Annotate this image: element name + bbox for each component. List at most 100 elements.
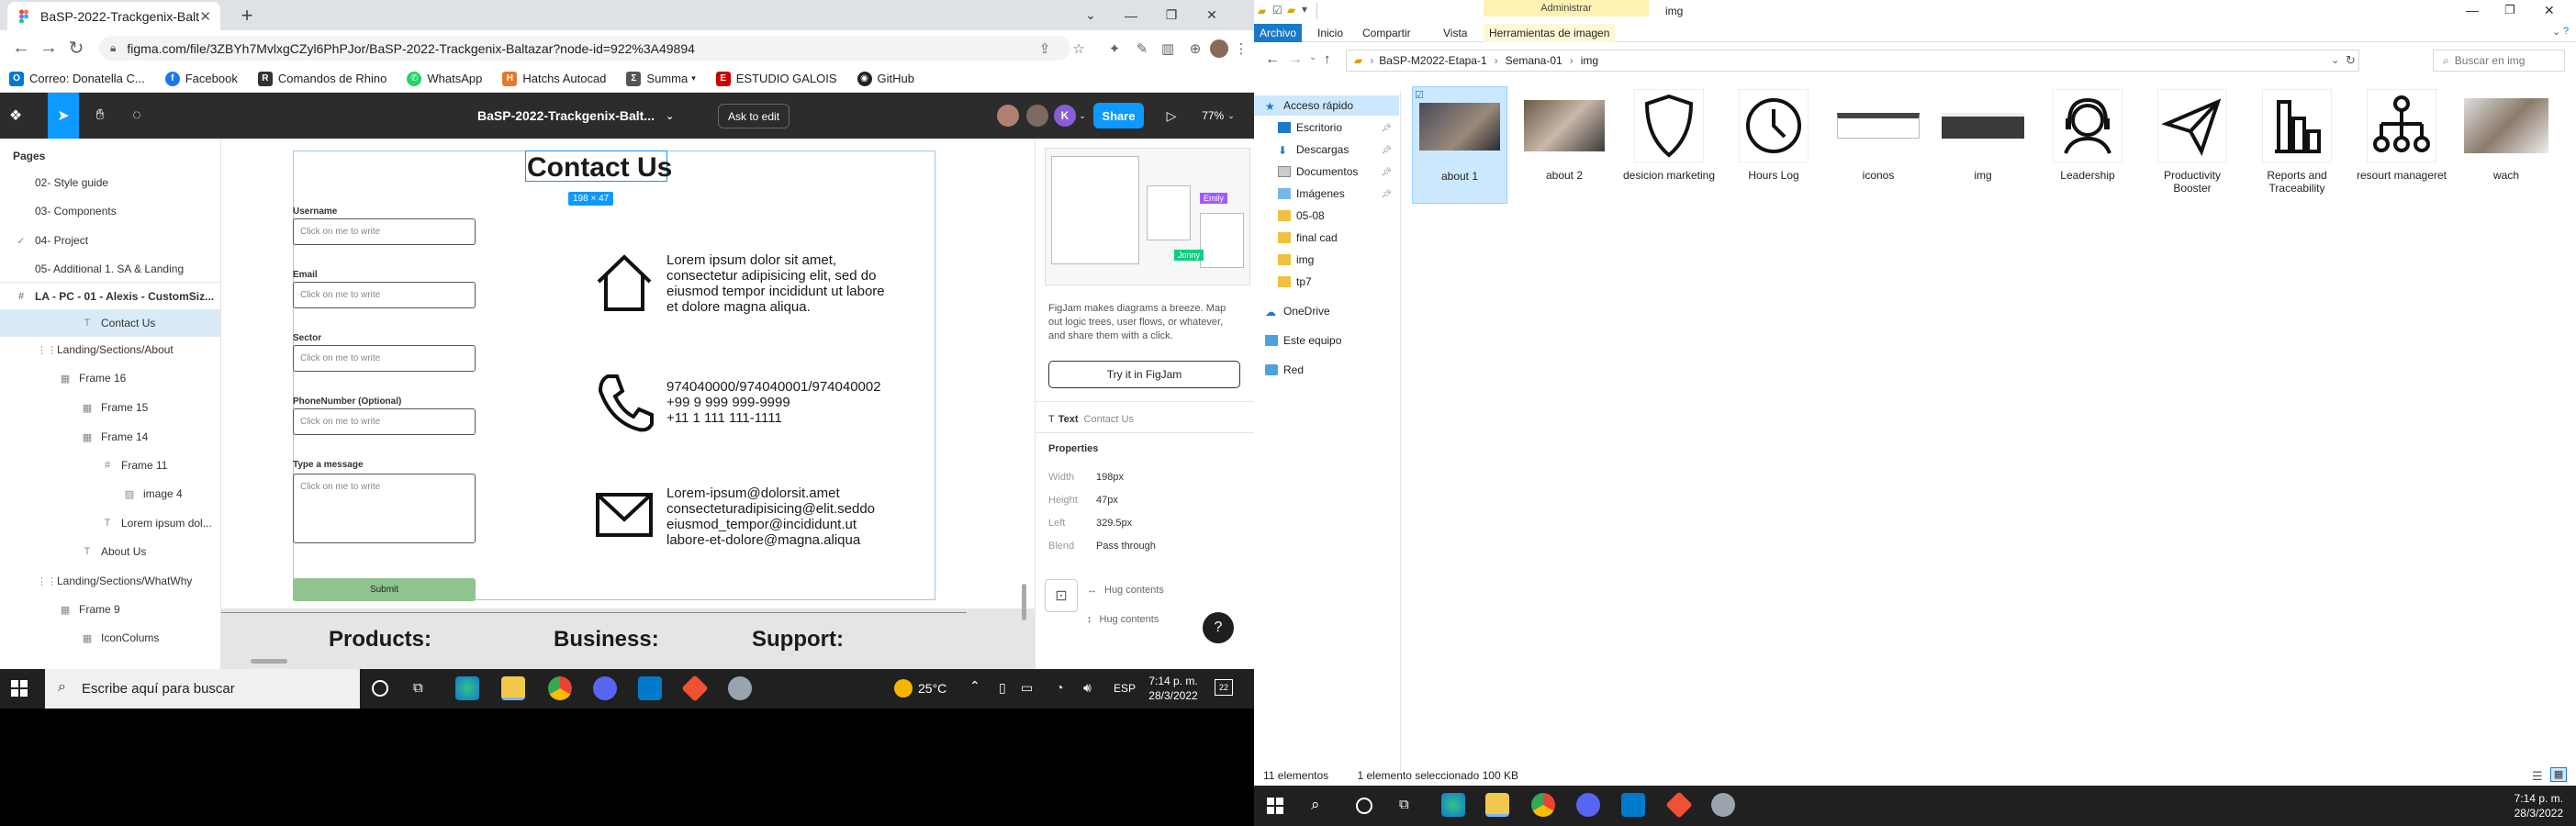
pen-icon[interactable]: ✎	[1133, 39, 1151, 58]
file-item[interactable]: Leadership	[2040, 86, 2135, 204]
share-page-icon[interactable]: ⇪	[1036, 39, 1054, 58]
restore-button[interactable]: ❐	[1151, 0, 1192, 30]
tab-inicio[interactable]: Inicio	[1312, 24, 1349, 42]
layer-item[interactable]: T About Us	[0, 538, 220, 565]
nav-item[interactable]: 05-08	[1254, 206, 1399, 226]
comment-tool-icon[interactable]: ◌	[121, 93, 152, 139]
address-bar[interactable]: ▰ › BaSP-M2022-Etapa-1 › Semana-01 › img…	[1346, 50, 2359, 72]
sector-field[interactable]: Click on me to write	[293, 345, 476, 372]
layer-item[interactable]: ▦ Frame 14	[0, 423, 220, 451]
properties-icon[interactable]: ☑	[1272, 4, 1282, 17]
back-icon[interactable]: ←	[7, 38, 35, 59]
up-icon[interactable]: ↑	[1324, 51, 1331, 67]
bookmark-item[interactable]: f Facebook	[164, 71, 238, 86]
layer-item[interactable]: ⋮⋮ Landing/Sections/WhatWhy	[0, 567, 220, 595]
bookmark-item[interactable]: E ESTUDIO GALOIS	[715, 71, 837, 86]
help-icon[interactable]: ?	[2563, 26, 2569, 37]
nav-item[interactable]: final cad	[1254, 228, 1399, 248]
nav-item[interactable]: tp7	[1254, 272, 1399, 292]
weather-sun-icon[interactable]	[894, 679, 913, 698]
vscode-icon[interactable]	[638, 676, 662, 700]
discord-icon[interactable]	[593, 676, 617, 700]
clock[interactable]: 7:14 p. m. 28/3/2022	[2508, 791, 2563, 820]
chevron-up-icon[interactable]: ⌃	[969, 678, 980, 694]
nav-item[interactable]: Documentos 📌︎	[1254, 162, 1399, 182]
present-play-icon[interactable]: ▷	[1159, 93, 1184, 139]
windows-start-icon[interactable]	[1267, 798, 1283, 814]
file-item[interactable]: img	[1935, 86, 2031, 204]
prop-value[interactable]: Pass through	[1096, 541, 1156, 552]
layer-item[interactable]: ⋮⋮ Landing/Sections/About	[0, 336, 220, 363]
contact-title[interactable]: Contact Us	[527, 152, 672, 184]
bookmark-star-icon[interactable]: ☆	[1070, 39, 1088, 58]
try-figjam-button[interactable]: Try it in FigJam	[1048, 361, 1240, 388]
page-item[interactable]: 02- Style guide	[0, 169, 220, 196]
layer-item[interactable]: ▦ Frame 16	[0, 364, 220, 392]
new-folder-icon[interactable]: ▰	[1287, 4, 1295, 17]
nav-quick-access[interactable]: ★ Acceso rápido	[1254, 95, 1399, 116]
back-icon[interactable]: ←	[1265, 51, 1280, 68]
close-window-button[interactable]: ✕	[2544, 3, 2555, 18]
prop-value[interactable]: 329.5px	[1096, 518, 1132, 529]
bookmark-item[interactable]: ✆ WhatsApp	[407, 71, 482, 86]
quick-access-dropdown-icon[interactable]: ▾	[1302, 3, 1307, 16]
submit-button[interactable]: Submit	[293, 578, 476, 601]
nav-item[interactable]: Escritorio 📌︎	[1254, 117, 1399, 138]
file-item[interactable]: Hours Log	[1726, 86, 1821, 204]
language-indicator[interactable]: ESP	[1114, 682, 1136, 695]
chevron-down-icon[interactable]: ⌄	[1076, 93, 1089, 139]
file-item[interactable]: Reports and Traceability	[2249, 86, 2345, 204]
email-field[interactable]: Click on me to write	[293, 282, 476, 308]
cortana-icon[interactable]	[372, 680, 388, 697]
avatar[interactable]: K	[1054, 105, 1076, 127]
clock[interactable]: 7:14 p. m. 28/3/2022	[1148, 674, 1199, 703]
reload-icon[interactable]: ↻	[62, 37, 90, 60]
new-tab-button[interactable]: +	[235, 4, 259, 28]
page-item-current[interactable]: ✓ 04- Project	[0, 227, 220, 254]
puzzle-icon[interactable]: ⊕	[1186, 39, 1204, 58]
extensions-icon[interactable]: ✦	[1105, 39, 1124, 58]
prop-value[interactable]: 198px	[1096, 472, 1124, 483]
avatar[interactable]	[997, 105, 1019, 127]
git-icon[interactable]	[1665, 791, 1693, 819]
profile-avatar[interactable]	[1210, 39, 1228, 58]
move-tool-icon[interactable]: ➤	[48, 93, 79, 139]
sidebar-icon[interactable]: ▥	[1159, 39, 1177, 58]
battery-icon[interactable]: ▯	[999, 680, 1006, 696]
refresh-icon[interactable]: ↻	[2346, 53, 2356, 68]
page-item[interactable]: 03- Components	[0, 197, 220, 225]
tab-herramientas-imagen[interactable]: Herramientas de imagen	[1484, 24, 1616, 42]
file-item[interactable]: about 2	[1517, 86, 1612, 204]
file-explorer-icon[interactable]	[1485, 793, 1509, 817]
hug-width[interactable]: ↔ Hug contents	[1087, 585, 1164, 596]
auto-layout-icon[interactable]: ⊡	[1045, 579, 1078, 612]
tab-vista[interactable]: Vista	[1438, 24, 1473, 42]
layer-text-selected[interactable]: T Contact Us	[0, 309, 220, 337]
layer-item[interactable]: ▦ IconColums	[0, 624, 220, 652]
hand-tool-icon[interactable]: ✋︎	[84, 93, 116, 139]
browser-tab-figma[interactable]: BaSP-2022-Trackgenix-Baltazar - ✕	[7, 2, 220, 30]
chrome-icon[interactable]	[548, 676, 572, 700]
bookmark-item[interactable]: R Comandos de Rhino	[257, 71, 386, 86]
large-icons-view-icon[interactable]: ▦	[2550, 767, 2567, 782]
avatar[interactable]	[1026, 105, 1048, 127]
network-icon[interactable]: ▭	[1021, 680, 1033, 696]
tab-search-icon[interactable]: ⌄	[1070, 0, 1111, 30]
taskbar-search[interactable]: ⌕ Escribe aquí para buscar	[45, 669, 360, 709]
bookmark-item[interactable]: O Correo: Donatella C...	[9, 71, 145, 86]
help-button[interactable]: ?	[1203, 612, 1234, 643]
notifications-icon[interactable]: 22	[1215, 679, 1233, 696]
forward-icon[interactable]: →	[35, 38, 62, 59]
file-item[interactable]: desicion marketing	[1621, 86, 1717, 204]
zoom-dropdown[interactable]: 77% ⌄	[1195, 93, 1241, 139]
layer-item[interactable]: ▨ image 4	[0, 480, 220, 508]
wifi-icon[interactable]: ◔	[1056, 680, 1063, 695]
share-button[interactable]: Share	[1093, 103, 1144, 128]
tab-archivo[interactable]: Archivo	[1254, 24, 1303, 42]
app-icon[interactable]	[1711, 793, 1735, 817]
file-item[interactable]: resourt manageret	[2354, 86, 2449, 204]
ask-to-edit-button[interactable]: Ask to edit	[718, 104, 790, 128]
message-field[interactable]: Click on me to write	[293, 474, 476, 543]
search-icon[interactable]: ⌕	[1311, 796, 1320, 814]
file-name[interactable]: BaSP-2022-Trackgenix-Balt... ⌄	[477, 93, 674, 139]
